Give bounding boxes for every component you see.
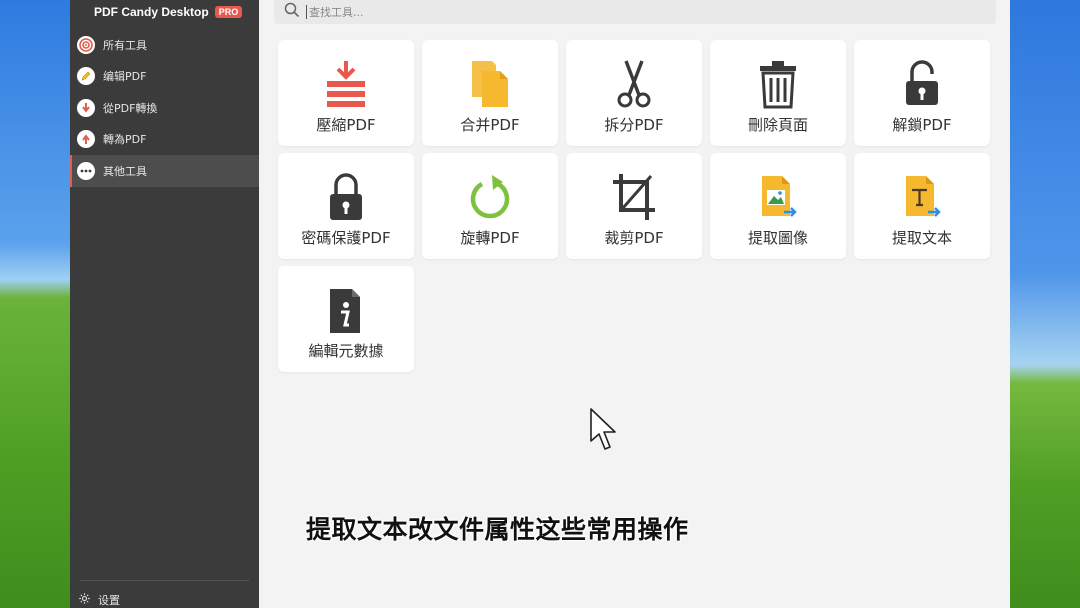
settings-label: 设置	[98, 594, 120, 607]
unlock-icon	[900, 56, 944, 112]
tools-grid: 壓縮PDF 合并PDF 拆分PDF 刪除頁面 解鎖PDF 密碼保護PDF 旋轉P…	[278, 40, 990, 372]
tool-card-rotate-pdf[interactable]: 旋轉PDF	[422, 153, 558, 259]
sidebar: PDF Candy Desktop PRO 所有工具 编辑PDF 從PDF轉換 …	[70, 0, 259, 608]
sidebar-item-to-pdf[interactable]: 轉為PDF	[70, 124, 259, 156]
extract-text-icon	[900, 169, 944, 225]
sidebar-item-from-pdf[interactable]: 從PDF轉換	[70, 92, 259, 124]
tool-card-protect-pdf[interactable]: 密碼保護PDF	[278, 153, 414, 259]
compress-icon	[324, 56, 368, 112]
tool-label: 刪除頁面	[747, 116, 808, 134]
lock-icon	[324, 169, 368, 225]
merge-icon	[468, 56, 512, 112]
app-title: PDF Candy Desktop PRO	[94, 3, 243, 21]
tool-label: 編輯元數據	[308, 342, 384, 360]
info-icon	[324, 282, 368, 338]
crop-icon	[611, 169, 657, 225]
pencil-icon	[77, 67, 95, 86]
pro-badge: PRO	[214, 6, 243, 18]
video-caption: 提取文本改文件属性这些常用操作	[306, 515, 689, 544]
search-icon	[284, 2, 300, 22]
sidebar-item-label: 從PDF轉換	[103, 101, 158, 115]
app-title-text: PDF Candy Desktop	[94, 5, 209, 19]
sidebar-divider	[80, 580, 249, 581]
scissors-icon	[612, 56, 656, 112]
tool-card-edit-metadata[interactable]: 編輯元數據	[278, 266, 414, 372]
extract-image-icon	[756, 169, 800, 225]
tool-card-extract-images[interactable]: 提取圖像	[710, 153, 846, 259]
tool-card-compress-pdf[interactable]: 壓縮PDF	[278, 40, 414, 146]
search-bar	[274, 0, 996, 24]
sidebar-item-other-tools[interactable]: 其他工具	[70, 155, 259, 187]
tool-label: 解鎖PDF	[892, 116, 952, 134]
arrow-down-icon	[77, 98, 95, 117]
tool-label: 壓縮PDF	[316, 116, 376, 134]
tool-card-split-pdf[interactable]: 拆分PDF	[566, 40, 702, 146]
tool-card-delete-pages[interactable]: 刪除頁面	[710, 40, 846, 146]
desktop-wallpaper-left	[0, 0, 70, 608]
search-input[interactable]	[306, 5, 906, 19]
sidebar-item-label: 编辑PDF	[103, 70, 147, 84]
arrow-up-icon	[77, 130, 95, 149]
tool-label: 提取文本	[891, 229, 952, 247]
sidebar-nav: 所有工具 编辑PDF 從PDF轉換 轉為PDF 其他工具	[70, 29, 259, 187]
rotate-icon	[468, 169, 512, 225]
more-dots-icon	[77, 161, 95, 180]
mouse-pointer-icon	[590, 408, 616, 450]
tool-card-merge-pdf[interactable]: 合并PDF	[422, 40, 558, 146]
sidebar-item-edit-pdf[interactable]: 编辑PDF	[70, 61, 259, 93]
tool-card-crop-pdf[interactable]: 裁剪PDF	[566, 153, 702, 259]
desktop-wallpaper-right	[1010, 0, 1080, 608]
sidebar-item-all-tools[interactable]: 所有工具	[70, 29, 259, 61]
tool-label: 提取圖像	[747, 229, 808, 247]
sidebar-item-label: 轉為PDF	[103, 133, 147, 147]
tool-label: 旋轉PDF	[460, 229, 520, 247]
tool-label: 合并PDF	[460, 116, 520, 134]
gear-icon	[78, 592, 91, 608]
tool-card-extract-text[interactable]: 提取文本	[854, 153, 990, 259]
settings-button[interactable]: 设置	[78, 592, 120, 608]
tool-label: 拆分PDF	[604, 116, 664, 134]
tool-label: 密碼保護PDF	[301, 229, 391, 247]
tool-card-unlock-pdf[interactable]: 解鎖PDF	[854, 40, 990, 146]
sidebar-item-label: 所有工具	[103, 38, 147, 52]
sidebar-item-label: 其他工具	[103, 164, 147, 178]
tool-label: 裁剪PDF	[604, 229, 664, 247]
trash-icon	[756, 56, 800, 112]
target-icon	[77, 35, 95, 54]
